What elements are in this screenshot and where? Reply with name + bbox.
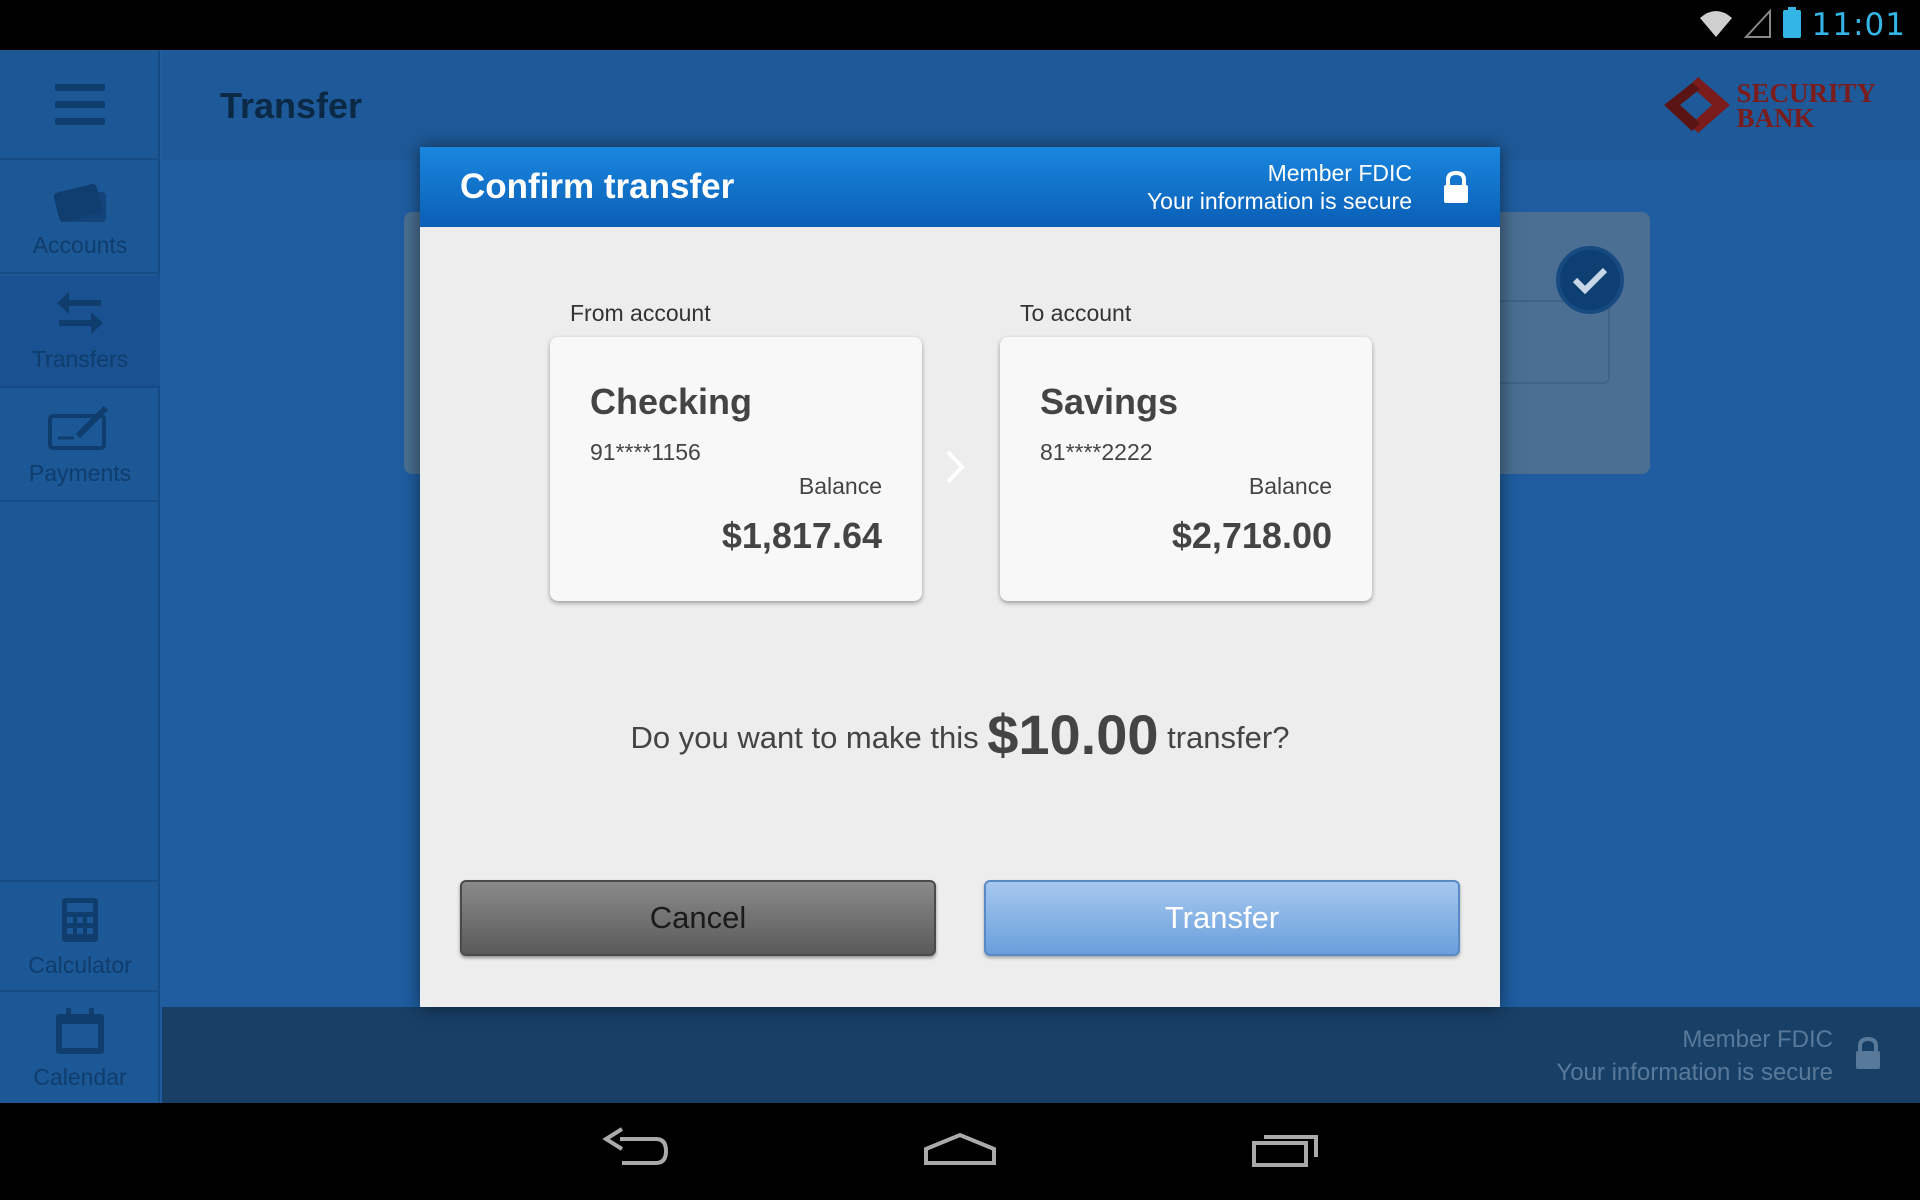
dialog-security-text: Member FDIC Your information is secure bbox=[1147, 159, 1412, 215]
menu-button[interactable] bbox=[0, 50, 160, 160]
footer-security-text: Member FDIC Your information is secure bbox=[1556, 1023, 1833, 1089]
from-balance-value: $1,817.64 bbox=[721, 515, 882, 556]
cancel-button[interactable]: Cancel bbox=[460, 880, 936, 956]
to-account-name: Savings bbox=[1040, 381, 1179, 422]
from-account-card: Checking 91****1156 Balance $1,817.64 bbox=[550, 337, 922, 601]
dialog-header: Confirm transfer Member FDIC Your inform… bbox=[420, 147, 1500, 227]
system-navigation-bar bbox=[0, 1103, 1920, 1200]
to-balance-value: $2,718.00 bbox=[1171, 515, 1332, 556]
sidebar-item-calculator[interactable]: Calculator bbox=[0, 880, 160, 992]
page-title: Transfer bbox=[220, 85, 363, 126]
to-account-number: 81****2222 bbox=[1040, 439, 1153, 465]
check-icon bbox=[1556, 246, 1624, 314]
calendar-icon bbox=[0, 994, 160, 1056]
lock-icon bbox=[1854, 1036, 1882, 1076]
sidebar-item-label: Calendar bbox=[33, 1064, 127, 1090]
from-account-number: 91****1156 bbox=[590, 439, 701, 465]
sidebar-item-calendar[interactable]: Calendar bbox=[0, 994, 160, 1103]
chevron-right-icon bbox=[944, 448, 966, 491]
transfer-amount: $10.00 bbox=[987, 703, 1159, 766]
battery-icon bbox=[1782, 6, 1802, 44]
security-bank-logo: SECURITY BANK bbox=[1662, 75, 1876, 137]
top-bar: Transfer SECURITY BANK bbox=[162, 50, 1920, 160]
transfer-button[interactable]: Transfer bbox=[984, 880, 1460, 956]
status-bar: 11:01 bbox=[0, 0, 1920, 50]
from-account-label: From account bbox=[570, 300, 711, 326]
dialog-title: Confirm transfer bbox=[460, 167, 735, 206]
hamburger-icon bbox=[55, 79, 105, 130]
back-icon[interactable] bbox=[600, 1125, 670, 1180]
footer-bar: Member FDIC Your information is secure bbox=[162, 1007, 1920, 1103]
lock-icon bbox=[1442, 170, 1470, 210]
from-balance-label: Balance bbox=[798, 473, 882, 499]
to-balance-label: Balance bbox=[1248, 473, 1332, 499]
calculator-icon bbox=[0, 882, 160, 944]
dialog-fdic-text: Member FDIC bbox=[1267, 160, 1412, 186]
confirm-question: Do you want to make this $10.00 transfer… bbox=[420, 702, 1500, 767]
bank-logo-mark-icon bbox=[1664, 77, 1731, 133]
sidebar-item-label: Calculator bbox=[28, 952, 132, 978]
status-time: 11:01 bbox=[1811, 7, 1906, 43]
logo-text: SECURITY BANK bbox=[1736, 80, 1876, 133]
logo-line-2: BANK bbox=[1736, 103, 1815, 133]
from-account-name: Checking bbox=[590, 381, 753, 422]
checkbook-icon bbox=[0, 390, 160, 452]
to-account-card: Savings 81****2222 Balance $2,718.00 bbox=[1000, 337, 1372, 601]
dialog-secure-text: Your information is secure bbox=[1146, 188, 1412, 214]
to-account-label: To account bbox=[1020, 300, 1132, 326]
sidebar: Accounts Transfers Payments Calculator C bbox=[0, 50, 160, 1103]
footer-line-1: Member FDIC bbox=[1682, 1026, 1833, 1053]
sidebar-item-label: Transfers bbox=[31, 346, 129, 372]
sidebar-item-label: Payments bbox=[28, 460, 132, 486]
question-prefix: Do you want to make this bbox=[630, 720, 979, 755]
sidebar-item-transfers[interactable]: Transfers bbox=[0, 276, 160, 388]
sidebar-item-label: Accounts bbox=[32, 232, 128, 258]
footer-line-2: Your information is secure bbox=[1556, 1059, 1833, 1086]
cards-icon bbox=[0, 162, 160, 224]
home-icon[interactable] bbox=[922, 1125, 998, 1180]
sidebar-item-accounts[interactable]: Accounts bbox=[0, 162, 160, 274]
wifi-icon bbox=[1698, 8, 1734, 43]
sidebar-item-payments[interactable]: Payments bbox=[0, 390, 160, 502]
recent-apps-icon[interactable] bbox=[1250, 1125, 1320, 1180]
signal-icon bbox=[1743, 7, 1772, 43]
confirm-transfer-dialog: Confirm transfer Member FDIC Your inform… bbox=[420, 147, 1500, 1007]
transfer-arrows-icon bbox=[0, 276, 160, 338]
status-icons: 11:01 bbox=[1698, 6, 1906, 44]
question-suffix: transfer? bbox=[1167, 720, 1290, 755]
